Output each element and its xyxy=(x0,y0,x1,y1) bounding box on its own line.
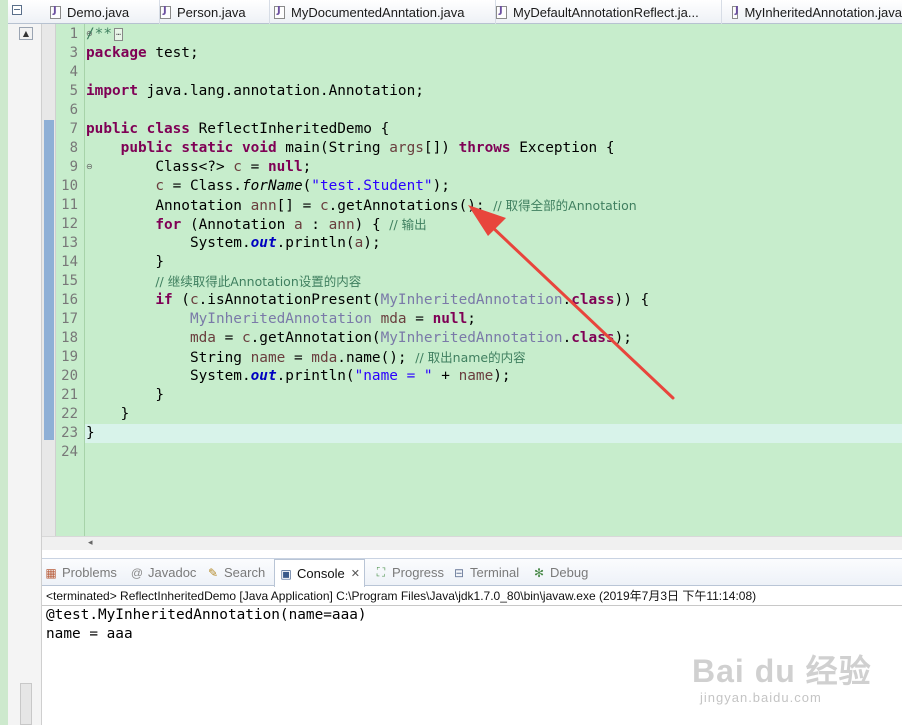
line-number: 14 xyxy=(61,254,78,270)
code-line: c = Class.forName("test.Student"); xyxy=(155,178,450,194)
line-number: 21 xyxy=(61,387,78,403)
change-marker xyxy=(44,120,54,440)
left-margin-strip xyxy=(0,0,8,725)
terminal-icon: ⊟ xyxy=(453,565,465,580)
tab-debug[interactable]: ✻ Debug xyxy=(532,559,588,586)
console-output-line: @test.MyInheritedAnnotation(name=aaa) xyxy=(46,607,367,623)
search-icon: ✎ xyxy=(207,565,219,580)
watermark-url: jingyan.baidu.com xyxy=(700,690,822,705)
line-number: 24 xyxy=(61,444,78,460)
line-number: 4 xyxy=(69,64,78,80)
editor-tab-mydefaultannotationreflect[interactable]: MyDefaultAnnotationReflect.ja... xyxy=(496,0,722,24)
code-editor[interactable]: 1 ⊕ 3 4 5 6 7 8 9 ⊖ 10 11 12 13 14 15 16 17 18 19 20 21 22 23 24… xyxy=(42,24,902,536)
code-line: public class ReflectInheritedDemo { xyxy=(86,121,390,137)
code-line: } xyxy=(120,406,130,422)
code-line: for (Annotation a : ann) { // 输出 xyxy=(155,217,427,233)
baidu-jingyan-watermark: Bai du 经验 jingyan.baidu.com xyxy=(692,646,892,716)
java-file-icon xyxy=(160,5,171,19)
line-number: 20 xyxy=(61,368,78,384)
watermark-logo: Bai du 经验 xyxy=(692,653,872,689)
line-number: 13 xyxy=(61,235,78,251)
tab-javadoc[interactable]: @ Javadoc xyxy=(130,559,197,586)
folded-comment-icon[interactable]: … xyxy=(114,27,123,41)
code-line: System.out.println(a); xyxy=(189,235,381,251)
code-line: MyInheritedAnnotation mda = null; xyxy=(189,311,476,327)
line-number: 10 xyxy=(61,178,78,194)
java-file-icon xyxy=(732,5,739,19)
overview-ruler xyxy=(42,24,56,536)
line-number: 6 xyxy=(69,102,78,118)
line-number: 18 xyxy=(61,330,78,346)
java-file-icon xyxy=(50,5,61,19)
line-number: 15 xyxy=(61,273,78,289)
code-line: import java.lang.annotation.Annotation; xyxy=(86,83,424,99)
line-number: 1 xyxy=(69,26,78,42)
console-output-line: name = aaa xyxy=(46,626,133,642)
close-icon[interactable]: ✕ xyxy=(351,567,360,580)
console-status-label: <terminated> ReflectInheritedDemo [Java … xyxy=(46,589,757,603)
line-number: 9 xyxy=(69,159,78,175)
line-number: 8 xyxy=(69,140,78,156)
code-line: String name = mda.name(); // 取出name的内容 xyxy=(189,350,526,366)
line-number: 5 xyxy=(69,83,78,99)
collapse-up-icon[interactable]: ▲ xyxy=(19,27,33,40)
code-line: } xyxy=(155,387,164,403)
line-number: 22 xyxy=(61,406,78,422)
problems-icon: ▦ xyxy=(45,565,57,580)
line-number: 11 xyxy=(61,197,78,213)
code-text[interactable]: /**… package test; import java.lang.anno… xyxy=(86,25,902,443)
javadoc-icon: @ xyxy=(130,565,144,580)
code-line: Annotation ann[] = c.getAnnotations(); /… xyxy=(155,198,637,214)
tab-terminal[interactable]: ⊟ Terminal xyxy=(452,559,519,586)
java-file-icon xyxy=(496,5,507,19)
scroll-left-icon[interactable]: ◂ xyxy=(88,538,93,548)
tab-problems[interactable]: ▦ Problems xyxy=(44,559,117,586)
code-line: // 继续取得此Annotation设置的内容 xyxy=(155,274,362,289)
editor-menu-icon[interactable] xyxy=(12,5,22,15)
line-number: 23 xyxy=(61,425,78,441)
editor-horizontal-scrollbar[interactable]: ◂ xyxy=(42,536,902,550)
editor-tab-bar: Demo.java Person.java MyDocumentedAnntat… xyxy=(8,0,902,24)
console-icon: ▣ xyxy=(280,566,292,581)
line-number: 16 xyxy=(61,292,78,308)
view-tab-bar: ▦ Problems @ Javadoc ✎ Search ▣ Console … xyxy=(42,559,902,587)
line-number: 3 xyxy=(69,45,78,61)
debug-icon: ✻ xyxy=(533,565,545,580)
java-file-icon xyxy=(274,5,285,19)
left-view-frame xyxy=(8,24,42,725)
tab-search[interactable]: ✎ Search xyxy=(206,559,265,586)
code-line: System.out.println("name = " + name); xyxy=(189,368,511,384)
code-line: public static void main(String args[]) t… xyxy=(120,140,615,156)
line-number: 12 xyxy=(61,216,78,232)
code-line: if (c.isAnnotationPresent(MyInheritedAnn… xyxy=(155,292,650,308)
editor-tab-demo[interactable]: Demo.java xyxy=(50,0,160,24)
side-scrollbar-thumb[interactable] xyxy=(20,683,32,725)
line-number: 17 xyxy=(61,311,78,327)
code-line: package test; xyxy=(86,45,199,61)
progress-icon: ⛶ xyxy=(376,565,386,579)
line-number: 7 xyxy=(69,121,78,137)
code-line: } xyxy=(86,425,95,441)
code-line: Class<?> c = null; xyxy=(155,159,312,175)
editor-tab-person[interactable]: Person.java xyxy=(160,0,270,24)
editor-tab-myinheritedannotation[interactable]: MyInheritedAnnotation.java xyxy=(732,0,902,24)
code-line: /**… xyxy=(86,25,902,44)
editor-tab-mydocumentedanntation[interactable]: MyDocumentedAnntation.java xyxy=(274,0,496,24)
tab-progress[interactable]: ⛶ Progress xyxy=(374,559,444,586)
line-number: 19 xyxy=(61,349,78,365)
code-line: } xyxy=(155,254,164,270)
code-line: mda = c.getAnnotation(MyInheritedAnnotat… xyxy=(189,330,632,346)
tab-console[interactable]: ▣ Console ✕ xyxy=(274,559,365,587)
